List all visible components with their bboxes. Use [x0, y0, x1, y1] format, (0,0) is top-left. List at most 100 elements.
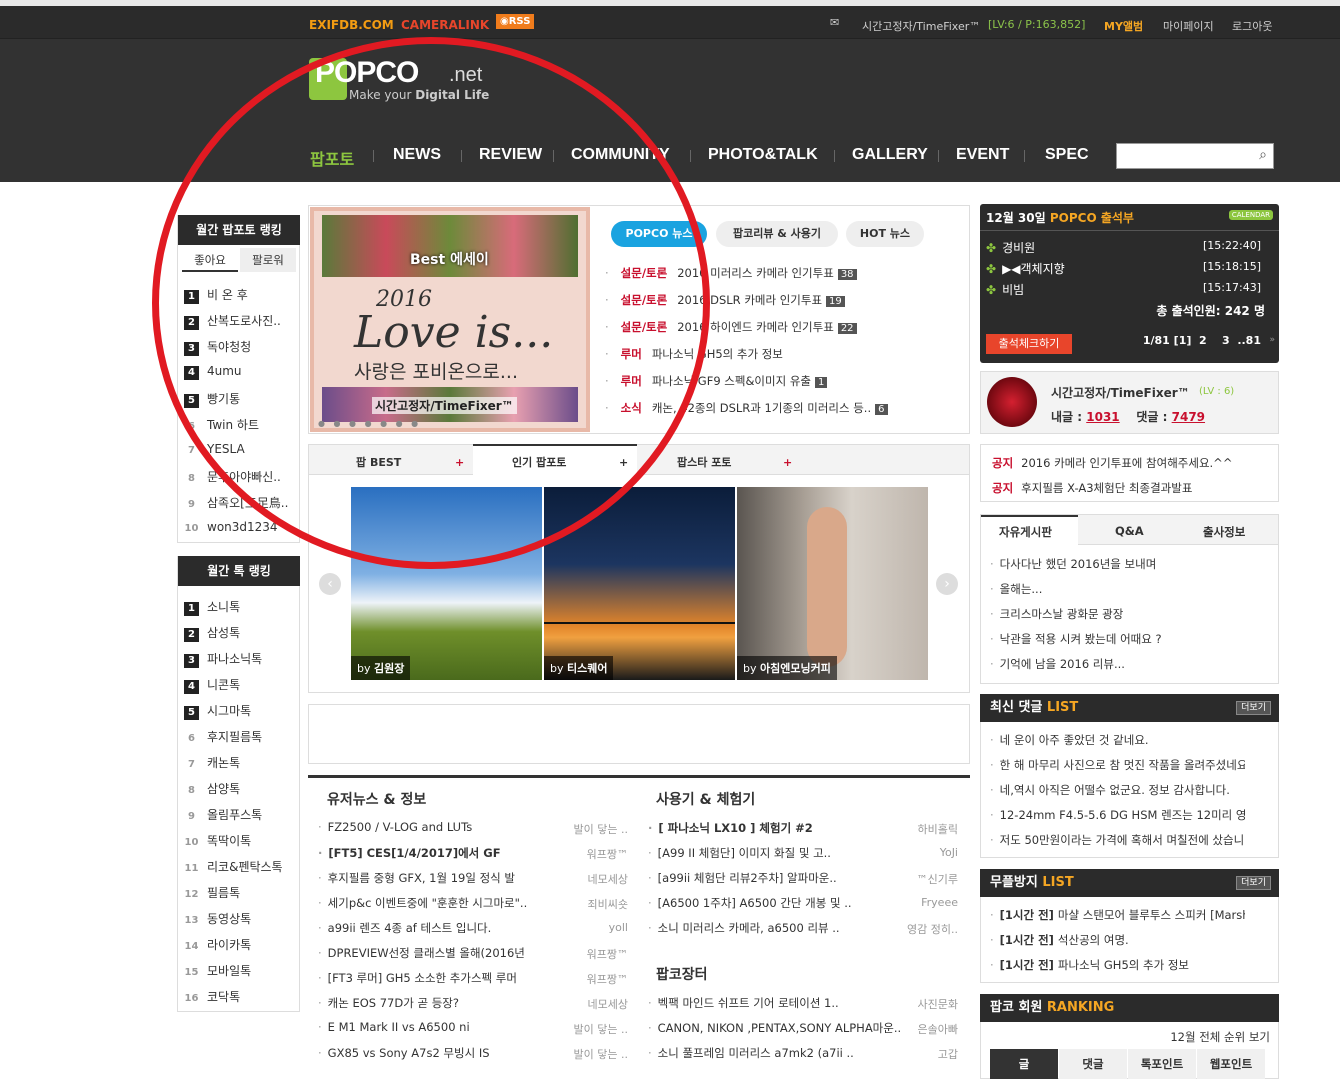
- list-item[interactable]: · 소니 풀프레임 미러리스 a7mk2 (a7ii ..: [648, 1045, 910, 1061]
- list-item-title[interactable]: 벡팩 마인드 쉬프트 기어 로테이션 1..: [658, 996, 839, 1010]
- ranking-item[interactable]: 4 니콘톡: [184, 676, 294, 694]
- ranking-name[interactable]: 산복도로사진..: [207, 314, 281, 328]
- list-item[interactable]: · [FT3 루머] GH5 소소한 추가스펙 루머: [318, 970, 544, 986]
- comment-item[interactable]: · 한 해 마무리 사진으로 참 멋진 작품을 올려주셨네요...: [990, 757, 1245, 773]
- nav-spec[interactable]: SPEC: [1045, 146, 1089, 164]
- notice-text[interactable]: 후지필름 X-A3체험단 최종결과발표: [1021, 481, 1192, 495]
- comment-text[interactable]: 저도 50만원이라는 가격에 혹해서 며칠전에 샀습니다...: [1000, 833, 1245, 847]
- ranking-name[interactable]: 코닥톡: [207, 990, 240, 1004]
- list-item-title[interactable]: [a99ii 체험단 리뷰2주차] 알파마운..: [658, 871, 837, 885]
- ranking-item[interactable]: 3 독야청청: [184, 338, 294, 356]
- list-item[interactable]: · 벡팩 마인드 쉬프트 기어 로테이션 1..: [648, 995, 910, 1011]
- ranking-name[interactable]: 빵기통: [207, 392, 240, 406]
- ranking-name[interactable]: 필름톡: [207, 886, 240, 900]
- list-item[interactable]: · 소니 미러리스 카메라, a6500 리뷰 ..: [648, 920, 853, 936]
- list-item-title[interactable]: [ 파나소닉 LX10 ] 체험기 #2: [658, 821, 812, 835]
- news-item[interactable]: · 설문/토론 2016 미러리스 카메라 인기투표 38: [605, 265, 857, 281]
- ranking-item[interactable]: 10 won3d1234: [184, 520, 294, 536]
- member-tab[interactable]: 댓글: [1059, 1049, 1127, 1079]
- news-title[interactable]: 2016 하이엔드 카메라 인기투표: [677, 320, 834, 334]
- news-title[interactable]: 2016 미러리스 카메라 인기투표: [677, 266, 834, 280]
- attendance-check-button[interactable]: 출석체크하기: [986, 334, 1072, 354]
- tab-popular-photo[interactable]: 인기 팝포토: [512, 450, 566, 476]
- nav-event[interactable]: EVENT: [956, 146, 1009, 164]
- attendance-row[interactable]: ✤ 경비원: [986, 239, 1035, 256]
- ranking-item[interactable]: 9 삼족오[三足鳥..: [184, 494, 294, 512]
- list-item[interactable]: · 후지필름 중형 GFX, 1월 19일 정식 발: [318, 870, 544, 886]
- mypage-link[interactable]: 마이페이지: [1163, 18, 1214, 34]
- list-item-author[interactable]: 하비홀릭: [892, 821, 958, 837]
- tab-free-board[interactable]: 자유게시판: [999, 524, 1052, 540]
- list-item-title[interactable]: 소니 풀프레임 미러리스 a7mk2 (a7ii ..: [658, 1046, 854, 1060]
- nav-popphoto[interactable]: 팝포토: [310, 146, 354, 170]
- list-item-author[interactable]: 영감 정히..: [892, 921, 958, 937]
- cameralink-link[interactable]: CAMERALINK: [401, 18, 489, 32]
- comment-text[interactable]: 네 운이 아주 좋았던 것 같네요.: [1000, 733, 1149, 747]
- news-title[interactable]: 파나소닉 GF9 스펙&이미지 유출: [652, 374, 811, 388]
- ranking-item[interactable]: 14 라이카톡: [184, 936, 294, 954]
- ranking-name[interactable]: 소니톡: [207, 600, 240, 614]
- ranking-item[interactable]: 5 빵기통: [184, 390, 294, 408]
- comment-item[interactable]: · 네 운이 아주 좋았던 것 같네요.: [990, 732, 1245, 748]
- comment-item[interactable]: · 저도 50만원이라는 가격에 혹해서 며칠전에 샀습니다...: [990, 832, 1245, 848]
- news-item[interactable]: · 소식 캐논, 42종의 DSLR과 1기종의 미러리스 등.. 6: [605, 400, 888, 416]
- member-tab[interactable]: 톡포인트: [1128, 1049, 1196, 1079]
- ranking-name[interactable]: 4umu: [207, 364, 242, 378]
- board-item[interactable]: · 기억에 남을 2016 리뷰...: [990, 656, 1245, 672]
- more-button[interactable]: 더보기: [1236, 701, 1271, 715]
- attendance-row[interactable]: ✤ 비빔: [986, 281, 1024, 298]
- news-title[interactable]: 파나소닉 GH5의 추가 정보: [652, 347, 783, 361]
- ranking-name[interactable]: 삼양톡: [207, 782, 240, 796]
- board-item-title[interactable]: 기억에 남을 2016 리뷰...: [1000, 657, 1125, 671]
- board-item[interactable]: · 크리스마스날 광화문 광장: [990, 606, 1245, 622]
- ranking-item[interactable]: 7 캐논톡: [184, 754, 294, 772]
- news-item[interactable]: · 루머 파나소닉 GH5의 추가 정보: [605, 346, 783, 362]
- member-tab[interactable]: 글: [990, 1049, 1058, 1079]
- myalbum-link[interactable]: MY앨범: [1104, 18, 1143, 34]
- nav-photo-talk[interactable]: PHOTO&TALK: [708, 146, 818, 164]
- attendance-name[interactable]: 비빔: [1002, 283, 1024, 297]
- tab-hot-news[interactable]: HOT 뉴스: [846, 221, 924, 247]
- list-item-title[interactable]: 세기p&c 이벤트중에 "훈훈한 시그마로"..: [328, 896, 528, 910]
- ranking-name[interactable]: 리코&펜탁스톡: [207, 860, 283, 874]
- tab-popstar-photo[interactable]: 팝스타 포토: [677, 450, 731, 476]
- nav-gallery[interactable]: GALLERY: [852, 146, 928, 164]
- ranking-item[interactable]: 3 파나소닉톡: [184, 650, 294, 668]
- tab-outing-info[interactable]: 출사정보: [1203, 524, 1245, 540]
- logout-link[interactable]: 로그아웃: [1232, 18, 1272, 34]
- list-item-author[interactable]: 네모세상: [562, 871, 628, 887]
- news-title[interactable]: 캐논, 42종의 DSLR과 1기종의 미러리스 등..: [652, 401, 871, 415]
- ranking-name[interactable]: 라이카톡: [207, 938, 251, 952]
- ranking-item[interactable]: 6 Twin 하트: [184, 416, 294, 434]
- ranking-item[interactable]: 1 비 온 후: [184, 286, 294, 304]
- ranking-item[interactable]: 8 삼양톡: [184, 780, 294, 798]
- ranking-name[interactable]: 문후아야빠신..: [207, 470, 281, 484]
- ranking-item[interactable]: 13 동영상톡: [184, 910, 294, 928]
- plus-icon[interactable]: +: [783, 450, 792, 476]
- list-item-author[interactable]: 워프짱™: [562, 971, 628, 987]
- list-item-title[interactable]: DPREVIEW선정 클래스별 올해(2016년: [328, 946, 525, 960]
- ranking-name[interactable]: YESLA: [207, 442, 245, 456]
- search-input[interactable]: [1117, 144, 1247, 168]
- list-item-author[interactable]: 워프짱™: [562, 846, 628, 862]
- no-reply-item[interactable]: · [1시간 전] 마샬 스탠모어 블루투스 스피커 [Marsh...: [990, 907, 1245, 923]
- exifdb-link[interactable]: EXIFDB.COM: [309, 18, 394, 32]
- list-item-author[interactable]: 워프짱™: [562, 946, 628, 962]
- ranking-item[interactable]: 4 4umu: [184, 364, 294, 380]
- photo-thumb[interactable]: by 티스퀘어: [544, 487, 735, 680]
- nav-news[interactable]: NEWS: [393, 146, 441, 164]
- list-item-author[interactable]: Fryeee: [892, 896, 958, 909]
- ranking-item[interactable]: 7 YESLA: [184, 442, 294, 458]
- comment-item[interactable]: · 네,역시 아직은 어떨수 없군요. 정보 감사합니다.: [990, 782, 1245, 798]
- board-item-title[interactable]: 올해는...: [1000, 582, 1043, 596]
- notice-text[interactable]: 2016 카메라 인기투표에 참여해주세요.^^: [1021, 456, 1232, 470]
- ranking-item[interactable]: 2 삼성톡: [184, 624, 294, 642]
- profile-name[interactable]: 시간고정자/TimeFixer™: [1051, 384, 1190, 401]
- list-item-author[interactable]: 발이 닿는 ..: [562, 821, 628, 837]
- nav-review[interactable]: REVIEW: [479, 146, 542, 164]
- plus-icon[interactable]: +: [455, 450, 464, 476]
- ranking-name[interactable]: 독야청청: [207, 340, 251, 354]
- attendance-name[interactable]: 경비원: [1002, 241, 1035, 255]
- tab-pop-best[interactable]: 팝 BEST: [356, 450, 401, 476]
- photo-thumb[interactable]: by 아침엔모닝커피: [737, 487, 928, 680]
